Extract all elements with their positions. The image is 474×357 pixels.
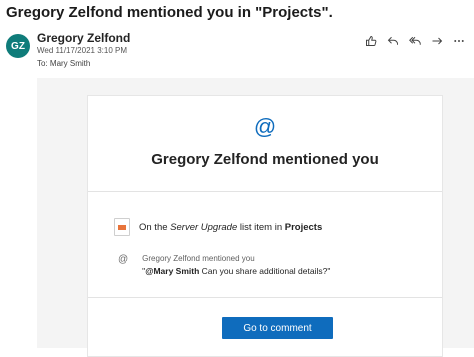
reply-all-button[interactable] [406, 33, 424, 49]
email-body: @ Gregory Zelfond mentioned you On the S… [37, 78, 474, 357]
message-actions [362, 33, 468, 49]
reply-button[interactable] [384, 33, 402, 49]
recipient-line: To: Mary Smith [37, 59, 90, 68]
notification-card: @ Gregory Zelfond mentioned you On the S… [87, 95, 443, 357]
card-footer: Go to comment [88, 297, 442, 357]
avatar[interactable]: GZ [6, 34, 30, 58]
comment-author-line: Gregory Zelfond mentioned you [142, 254, 255, 263]
list-icon [114, 218, 130, 236]
sent-date: Wed 11/17/2021 3:10 PM [37, 46, 127, 55]
card-header: @ Gregory Zelfond mentioned you [88, 96, 442, 192]
more-button[interactable] [450, 33, 468, 49]
list-name[interactable]: Projects [285, 222, 323, 233]
to-label: To: [37, 59, 48, 68]
list-item-reference: On the Server Upgrade list item in Proje… [114, 218, 322, 236]
card-title: Gregory Zelfond mentioned you [151, 151, 379, 168]
comment-author: Gregory Zelfond [142, 254, 200, 263]
more-icon [454, 40, 464, 42]
mention-at-icon: @ [253, 114, 277, 139]
mention-tag: @Mary Smith [145, 266, 200, 276]
like-button[interactable] [362, 33, 380, 49]
item-name[interactable]: Server Upgrade [170, 222, 237, 233]
comment-at-icon: @ [118, 254, 129, 265]
forward-button[interactable] [428, 33, 446, 49]
mention-comment: @ Gregory Zelfond mentioned you "@Mary S… [118, 254, 330, 276]
reply-all-icon [409, 36, 421, 45]
recipient-name[interactable]: Mary Smith [50, 59, 90, 68]
email-subject: Gregory Zelfond mentioned you in "Projec… [6, 4, 333, 21]
item-description: On the Server Upgrade list item in Proje… [139, 221, 323, 233]
comment-text: "@Mary Smith Can you share additional de… [142, 266, 331, 276]
thumbs-up-icon [366, 36, 377, 46]
sender-name[interactable]: Gregory Zelfond [37, 31, 130, 45]
reply-icon [387, 36, 398, 45]
forward-icon [432, 37, 443, 45]
go-to-comment-button[interactable]: Go to comment [222, 317, 333, 339]
